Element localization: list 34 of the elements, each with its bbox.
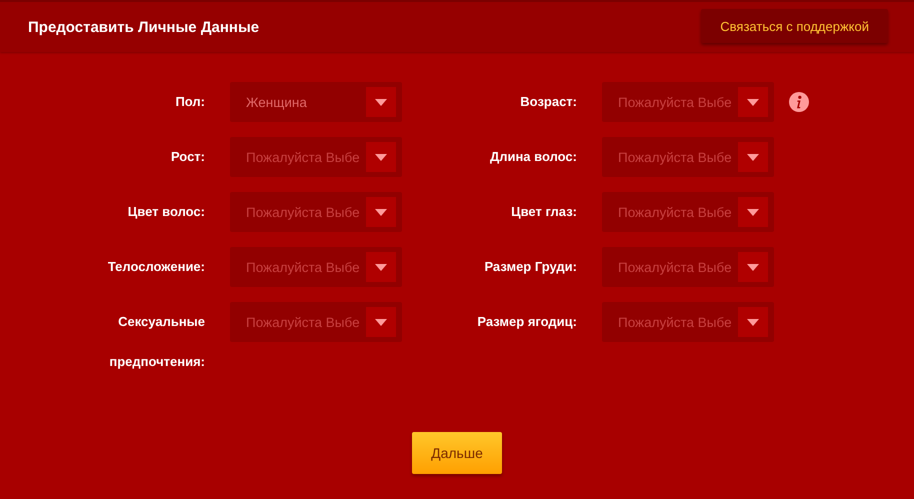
- field-label: Пол:: [174, 93, 205, 111]
- caret-icon: [738, 87, 768, 117]
- caret-icon: [738, 142, 768, 172]
- dropdown-select[interactable]: Пожалуйста Выбе: [230, 137, 402, 177]
- caret-icon: [366, 87, 396, 117]
- dropdown-select[interactable]: Пожалуйста Выбе: [230, 247, 402, 287]
- dropdown-select[interactable]: Пожалуйста Выбе: [602, 192, 774, 232]
- caret-icon: [366, 307, 396, 337]
- field-label: Цвет глаз:: [510, 203, 577, 221]
- field-label: Телосложение:: [106, 258, 205, 276]
- field-label: Длина волос:: [488, 148, 577, 166]
- dropdown-select[interactable]: Женщина: [230, 82, 402, 122]
- field-label: Сексуальные предпочтения:: [108, 313, 205, 371]
- dropdown-select[interactable]: Пожалуйста Выбе: [602, 302, 774, 342]
- caret-icon: [738, 307, 768, 337]
- dropdown-select[interactable]: Пожалуйста Выбе: [602, 137, 774, 177]
- page-title: Предоставить Личные Данные: [28, 18, 260, 36]
- caret-icon: [366, 142, 396, 172]
- field-label: Цвет волос:: [126, 203, 205, 221]
- info-icon[interactable]: [789, 92, 809, 112]
- field-label: Размер Груди:: [483, 258, 577, 276]
- field-label: Рост:: [170, 148, 205, 166]
- caret-icon: [366, 197, 396, 227]
- dropdown-select[interactable]: Пожалуйста Выбе: [230, 302, 402, 342]
- caret-icon: [366, 252, 396, 282]
- caret-icon: [738, 252, 768, 282]
- caret-icon: [738, 197, 768, 227]
- dropdown-select[interactable]: Пожалуйста Выбе: [230, 192, 402, 232]
- dropdown-select[interactable]: Пожалуйста Выбе: [602, 82, 774, 122]
- dropdown-select[interactable]: Пожалуйста Выбе: [602, 247, 774, 287]
- field-label: Возраст:: [519, 93, 577, 111]
- field-label: Размер ягодиц:: [476, 313, 577, 331]
- support-button[interactable]: Связаться с поддержкой: [701, 9, 888, 43]
- next-button[interactable]: Дальше: [412, 432, 502, 474]
